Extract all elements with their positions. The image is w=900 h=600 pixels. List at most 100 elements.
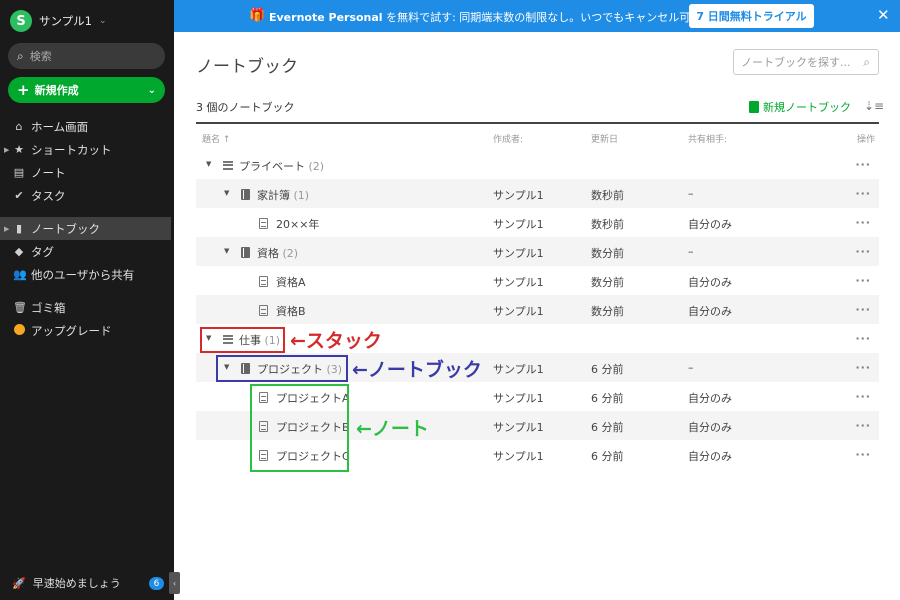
column-shared[interactable]: 共有相手: xyxy=(688,132,727,145)
account-avatar: S xyxy=(10,10,32,32)
page-title: ノートブック xyxy=(196,57,298,77)
sidebar-item-upgrade[interactable]: アップグレード xyxy=(0,319,174,342)
row-author: サンプル1 xyxy=(493,218,544,231)
account-switcher[interactable]: S サンプル1 ⌄ xyxy=(10,10,107,32)
get-started[interactable]: 🚀 早速始めましょう 6 xyxy=(0,572,174,594)
chevron-down-icon[interactable]: ⌄ xyxy=(148,85,156,96)
row-author: サンプル1 xyxy=(493,392,544,405)
sidebar-search[interactable]: ⌕ 検索 xyxy=(8,43,165,69)
sidebar-item-label: ゴミ箱 xyxy=(31,300,66,315)
row-title: 資格A xyxy=(276,276,306,289)
row-shared: – xyxy=(688,187,694,200)
row-updated: 6 分前 xyxy=(591,450,624,463)
row-menu-icon[interactable]: ··· xyxy=(855,361,871,374)
row-menu-icon[interactable]: ··· xyxy=(855,332,871,345)
row-menu-icon[interactable]: ··· xyxy=(855,245,871,258)
gift-icon: 🎁 xyxy=(249,8,266,23)
new-button[interactable]: + 新規作成 ⌄ xyxy=(8,77,165,103)
table-row-note[interactable]: 資格B サンプル1 数分前 自分のみ ··· xyxy=(196,295,879,324)
sidebar-item-shortcuts[interactable]: ▶ ★ ショートカット xyxy=(0,138,174,161)
note-icon xyxy=(259,303,268,316)
table-row-stack[interactable]: ▼ プライベート (2) ··· xyxy=(196,150,879,179)
expand-triangle-icon[interactable]: ▶ xyxy=(4,146,9,154)
sidebar-item-label: 他のユーザから共有 xyxy=(31,267,135,282)
table-header: 題名 ↑ 作成者: 更新日 共有相手: 操作 xyxy=(196,122,879,150)
row-menu-icon[interactable]: ··· xyxy=(855,448,871,461)
expand-triangle-icon[interactable]: ▶ xyxy=(4,225,9,233)
home-icon: ⌂ xyxy=(15,120,23,133)
note-icon xyxy=(259,216,268,229)
sidebar-item-label: ショートカット xyxy=(31,142,112,157)
row-shared: 自分のみ xyxy=(688,276,732,289)
row-updated: 数秒前 xyxy=(591,189,624,202)
row-shared: 自分のみ xyxy=(688,392,732,405)
plus-icon: + xyxy=(17,80,30,99)
row-menu-icon[interactable]: ··· xyxy=(855,216,871,229)
table-row-note[interactable]: 資格A サンプル1 数分前 自分のみ ··· xyxy=(196,266,879,295)
table-row-notebook[interactable]: ▼ 家計簿 (1) サンプル1 数秒前 – ··· xyxy=(196,179,879,208)
row-menu-icon[interactable]: ··· xyxy=(855,303,871,316)
sidebar-item-notebooks[interactable]: ▶ ▮ ノートブック xyxy=(0,217,171,240)
row-shared: 自分のみ xyxy=(688,421,732,434)
notebook-search-input[interactable]: ノートブックを探す... ⌕ xyxy=(733,49,879,75)
promo-banner: 🎁 Evernote Personal を無料で試す: 同期端末数の制限なし。い… xyxy=(174,0,900,32)
trash-icon: 🗑 xyxy=(13,301,27,314)
get-started-badge: 6 xyxy=(149,577,164,590)
column-updated[interactable]: 更新日 xyxy=(591,132,618,145)
row-menu-icon[interactable]: ··· xyxy=(855,419,871,432)
row-updated: 数分前 xyxy=(591,247,624,260)
row-menu-icon[interactable]: ··· xyxy=(855,187,871,200)
row-shared: – xyxy=(688,245,694,258)
notebook-search-placeholder: ノートブックを探す... xyxy=(741,56,851,69)
sidebar: S サンプル1 ⌄ ⌕ 検索 + 新規作成 ⌄ ⌂ ホーム画面 ▶ ★ ショート… xyxy=(0,0,174,600)
row-updated: 6 分前 xyxy=(591,421,624,434)
column-author[interactable]: 作成者: xyxy=(493,132,523,145)
new-notebook-label: 新規ノートブック xyxy=(763,101,851,114)
sidebar-item-label: タグ xyxy=(31,244,54,259)
sidebar-nav-3: 🗑 ゴミ箱 アップグレード xyxy=(0,296,174,342)
note-icon: ▤ xyxy=(13,166,25,179)
row-menu-icon[interactable]: ··· xyxy=(855,274,871,287)
row-author: サンプル1 xyxy=(493,276,544,289)
collapse-triangle-icon[interactable]: ▼ xyxy=(224,247,229,255)
close-icon[interactable]: ✕ xyxy=(877,6,890,24)
annotation-notebook-box xyxy=(216,355,348,382)
sidebar-item-tasks[interactable]: ✔ タスク xyxy=(0,184,174,207)
collapse-sidebar-handle[interactable]: ‹ xyxy=(169,572,180,594)
row-shared: 自分のみ xyxy=(688,305,732,318)
notebook-icon: ▮ xyxy=(15,222,23,235)
people-icon: 👥 xyxy=(13,268,27,281)
sort-icon[interactable]: ⇣≡ xyxy=(864,99,884,113)
sidebar-item-notes[interactable]: ▤ ノート xyxy=(0,161,174,184)
upgrade-icon xyxy=(13,323,25,338)
table-row-note[interactable]: 20××年 サンプル1 数秒前 自分のみ ··· xyxy=(196,208,879,237)
sidebar-nav: ⌂ ホーム画面 ▶ ★ ショートカット ▤ ノート ✔ タスク xyxy=(0,115,174,207)
check-circle-icon: ✔ xyxy=(14,189,24,202)
search-placeholder: 検索 xyxy=(29,50,52,63)
new-notebook-icon xyxy=(749,101,759,113)
sidebar-item-trash[interactable]: 🗑 ゴミ箱 xyxy=(0,296,174,319)
notebook-count: 3 個のノートブック xyxy=(196,101,295,114)
table-row-notebook[interactable]: ▼ 資格 (2) サンプル1 数分前 – ··· xyxy=(196,237,879,266)
row-author: サンプル1 xyxy=(493,305,544,318)
row-title: 資格B xyxy=(276,305,306,318)
column-title[interactable]: 題名 ↑ xyxy=(202,132,230,145)
row-menu-icon[interactable]: ··· xyxy=(855,390,871,403)
row-title: プライベート (2) xyxy=(239,160,325,173)
sidebar-item-shared[interactable]: 👥 他のユーザから共有 xyxy=(0,263,174,286)
sidebar-item-tags[interactable]: ◆ タグ xyxy=(0,240,174,263)
annotation-notebook-label: ←ノートブック xyxy=(352,359,482,381)
row-updated: 数分前 xyxy=(591,276,624,289)
row-menu-icon[interactable]: ··· xyxy=(855,158,871,171)
star-icon: ★ xyxy=(14,143,24,156)
notebook-icon xyxy=(241,187,250,200)
collapse-triangle-icon[interactable]: ▼ xyxy=(206,160,211,168)
sidebar-item-home[interactable]: ⌂ ホーム画面 xyxy=(0,115,174,138)
annotation-stack-label: ←スタック xyxy=(290,330,382,352)
collapse-triangle-icon[interactable]: ▼ xyxy=(224,189,229,197)
sidebar-nav-2: ▶ ▮ ノートブック ◆ タグ 👥 他のユーザから共有 xyxy=(0,217,174,286)
new-notebook-button[interactable]: 新規ノートブック xyxy=(749,99,851,115)
sidebar-item-label: ホーム画面 xyxy=(31,119,89,134)
trial-button[interactable]: 7 日間無料トライアル xyxy=(689,4,814,28)
row-shared: – xyxy=(688,361,694,374)
